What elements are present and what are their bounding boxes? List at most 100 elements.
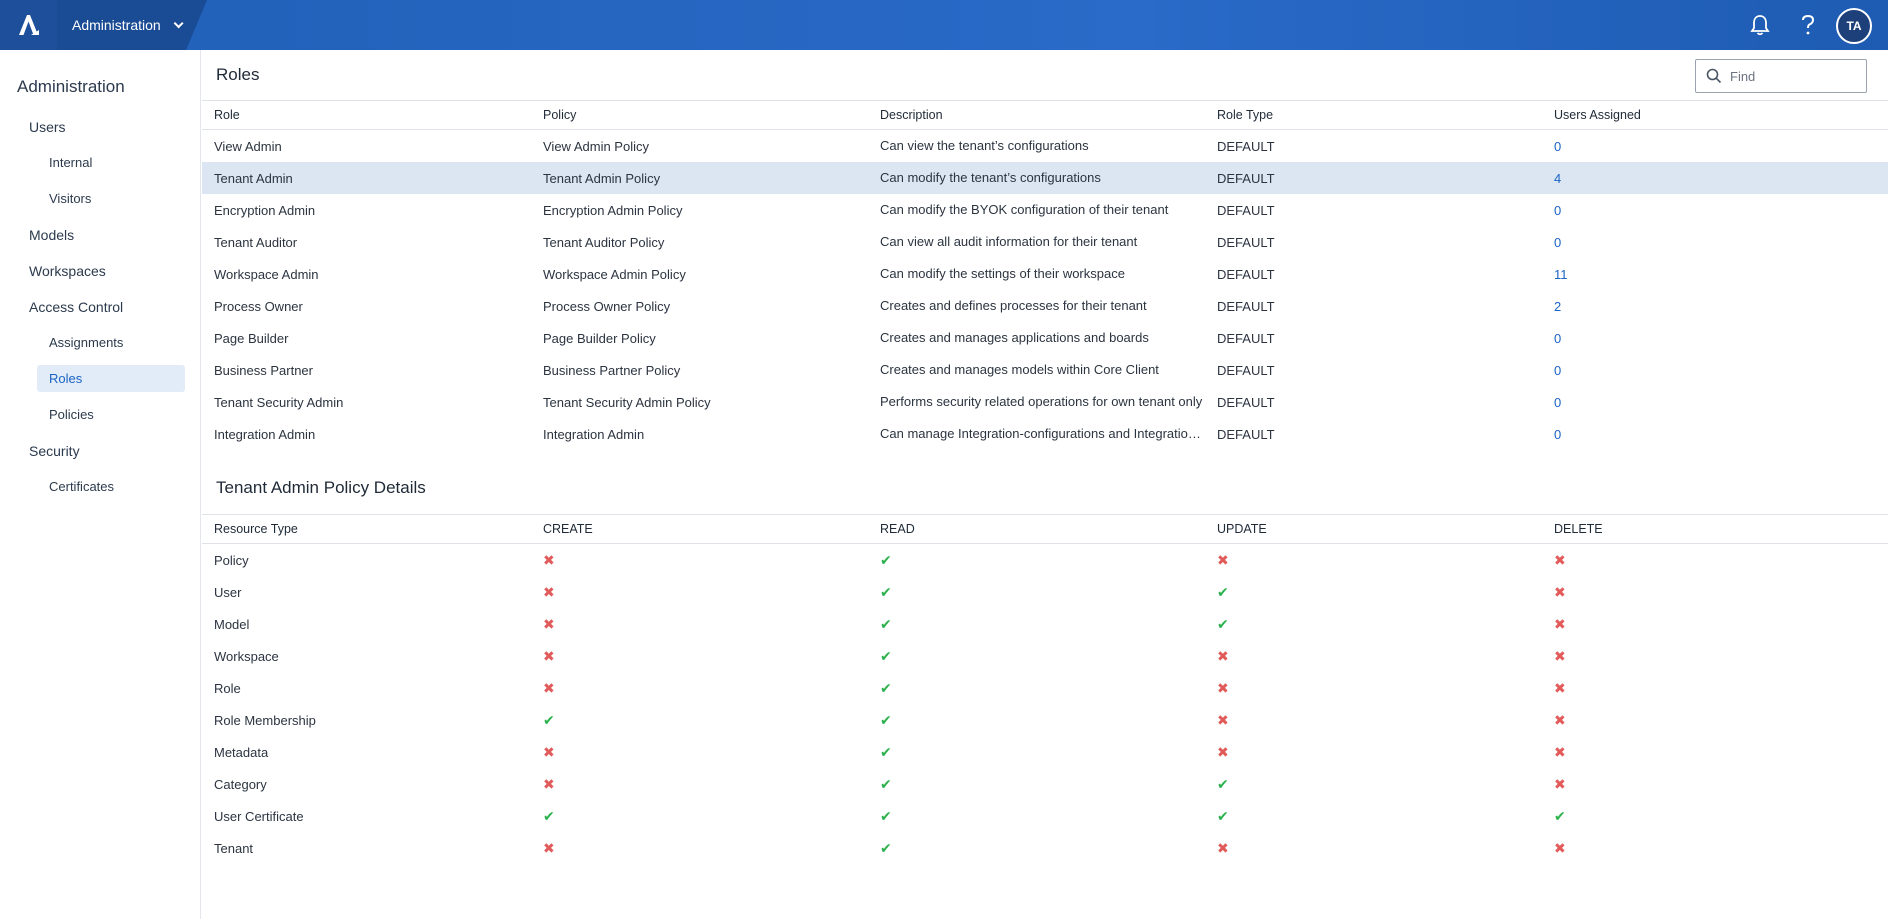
app-logo[interactable] — [0, 0, 57, 50]
role-cell: Tenant Auditor — [214, 234, 298, 250]
delete-permission-cell: ✖ — [1554, 832, 1874, 864]
description-cell: Can manage Integration-configurations an… — [880, 426, 1205, 441]
role-type-cell: DEFAULT — [1217, 234, 1275, 250]
users-assigned-link[interactable]: 0 — [1554, 322, 1874, 354]
cross-icon: ✖ — [543, 647, 555, 664]
read-permission-cell: ✔ — [880, 736, 1205, 768]
top-bar: Administration TA — [0, 0, 1888, 50]
bell-icon — [1750, 15, 1770, 36]
sidebar-item-certificates[interactable]: Certificates — [49, 479, 114, 494]
resource-type-cell: Workspace — [214, 648, 279, 664]
column-header-resource-type: Resource Type — [214, 522, 298, 536]
delete-permission-cell: ✖ — [1554, 672, 1874, 704]
cross-icon: ✖ — [1217, 711, 1229, 728]
table-row[interactable]: Workspace Admin Workspace Admin Policy Can… — [202, 258, 1888, 290]
resource-type-cell: Model — [214, 616, 250, 632]
sidebar-item-internal[interactable]: Internal — [49, 155, 92, 170]
policy-cell: View Admin Policy — [543, 138, 649, 154]
column-header-description[interactable]: Description — [880, 101, 1205, 129]
check-icon: ✔ — [880, 807, 892, 824]
users-assigned-link[interactable]: 0 — [1554, 226, 1874, 258]
role-cell: Page Builder — [214, 330, 289, 346]
delete-permission-cell: ✖ — [1554, 608, 1874, 640]
sidebar-title: Administration — [17, 77, 125, 96]
users-assigned-link[interactable]: 4 — [1554, 162, 1874, 194]
table-row: Role ✖ ✔ ✖ ✖ — [202, 672, 1888, 704]
update-permission-cell: ✖ — [1217, 704, 1537, 736]
cross-icon: ✖ — [1217, 679, 1229, 696]
cross-icon: ✖ — [1217, 647, 1229, 664]
cross-icon: ✖ — [543, 679, 555, 696]
policy-details-title: Tenant Admin Policy Details — [216, 478, 426, 497]
users-assigned-link[interactable]: 0 — [1554, 418, 1874, 450]
cross-icon: ✖ — [1554, 583, 1566, 600]
role-type-cell: DEFAULT — [1217, 426, 1275, 442]
table-row[interactable]: View Admin View Admin Policy Can view the … — [202, 130, 1888, 162]
users-assigned-link[interactable]: 0 — [1554, 194, 1874, 226]
column-header-create: CREATE — [543, 522, 593, 536]
check-icon: ✔ — [880, 679, 892, 696]
table-row[interactable]: Tenant Security Admin Tenant Security Adm… — [202, 386, 1888, 418]
users-assigned-link[interactable]: 2 — [1554, 290, 1874, 322]
sidebar-item-workspaces[interactable]: Workspaces — [29, 263, 106, 279]
users-assigned-link[interactable]: 0 — [1554, 130, 1874, 162]
table-row[interactable]: Business Partner Business Partner Policy C… — [202, 354, 1888, 386]
sidebar-item-access-control[interactable]: Access Control — [29, 299, 123, 315]
notifications-button[interactable] — [1747, 12, 1773, 38]
role-cell: Tenant Security Admin — [214, 394, 344, 410]
create-permission-cell: ✔ — [543, 704, 863, 736]
find-field[interactable] — [1695, 59, 1867, 93]
update-permission-cell: ✔ — [1217, 576, 1537, 608]
delete-permission-cell: ✖ — [1554, 544, 1874, 576]
cross-icon: ✖ — [1217, 551, 1229, 568]
check-icon: ✔ — [1554, 807, 1566, 824]
sidebar-item-assignments[interactable]: Assignments — [49, 335, 123, 350]
table-row: Role Membership ✔ ✔ ✖ ✖ — [202, 704, 1888, 736]
check-icon: ✔ — [543, 807, 555, 824]
app-switcher[interactable]: Administration — [57, 0, 207, 50]
sidebar-item-policies[interactable]: Policies — [49, 407, 94, 422]
users-assigned-link[interactable]: 0 — [1554, 354, 1874, 386]
users-assigned-link[interactable]: 11 — [1554, 258, 1874, 290]
description-cell: Can modify the BYOK configuration of the… — [880, 202, 1169, 217]
sidebar-item-models[interactable]: Models — [29, 227, 74, 243]
read-permission-cell: ✔ — [880, 672, 1205, 704]
check-icon: ✔ — [1217, 807, 1229, 824]
sidebar-item-users[interactable]: Users — [29, 119, 66, 135]
cross-icon: ✖ — [543, 615, 555, 632]
read-permission-cell: ✔ — [880, 608, 1205, 640]
sidebar-item-roles-label[interactable]: Roles — [49, 371, 82, 386]
table-row[interactable]: Process Owner Process Owner Policy Creates… — [202, 290, 1888, 322]
table-row: Model ✖ ✔ ✔ ✖ — [202, 608, 1888, 640]
policy-cell: Tenant Admin Policy — [543, 170, 661, 186]
user-avatar[interactable]: TA — [1836, 8, 1872, 44]
help-button[interactable] — [1795, 12, 1821, 38]
roles-table: Role Policy Description Role Type Users … — [202, 100, 1888, 450]
create-permission-cell: ✖ — [543, 832, 863, 864]
column-header-policy[interactable]: Policy — [543, 101, 863, 129]
column-header-role[interactable]: Role — [214, 101, 534, 129]
users-assigned-link[interactable]: 0 — [1554, 386, 1874, 418]
check-icon: ✔ — [880, 615, 892, 632]
column-header-role-type[interactable]: Role Type — [1217, 101, 1537, 129]
read-permission-cell: ✔ — [880, 704, 1205, 736]
delete-permission-cell: ✖ — [1554, 704, 1874, 736]
table-row[interactable]: Tenant Admin Tenant Admin Policy Can modif… — [202, 162, 1888, 194]
check-icon: ✔ — [880, 583, 892, 600]
find-input[interactable] — [1730, 68, 1850, 84]
create-permission-cell: ✖ — [543, 544, 863, 576]
table-row[interactable]: Encryption Admin Encryption Admin Policy C… — [202, 194, 1888, 226]
sidebar-item-visitors[interactable]: Visitors — [49, 191, 91, 206]
create-permission-cell: ✖ — [543, 736, 863, 768]
sidebar-item-security[interactable]: Security — [29, 443, 80, 459]
table-row[interactable]: Integration Admin Integration Admin Can ma… — [202, 418, 1888, 450]
table-row[interactable]: Tenant Auditor Tenant Auditor Policy Can v… — [202, 226, 1888, 258]
roles-title: Roles — [216, 65, 260, 84]
check-icon: ✔ — [1217, 615, 1229, 632]
delete-permission-cell: ✖ — [1554, 640, 1874, 672]
table-row[interactable]: Page Builder Page Builder Policy Creates a… — [202, 322, 1888, 354]
check-icon: ✔ — [880, 775, 892, 792]
description-cell: Creates and defines processes for their … — [880, 298, 1147, 313]
table-row: Tenant ✖ ✔ ✖ ✖ — [202, 832, 1888, 864]
column-header-users-assigned[interactable]: Users Assigned — [1554, 101, 1874, 129]
